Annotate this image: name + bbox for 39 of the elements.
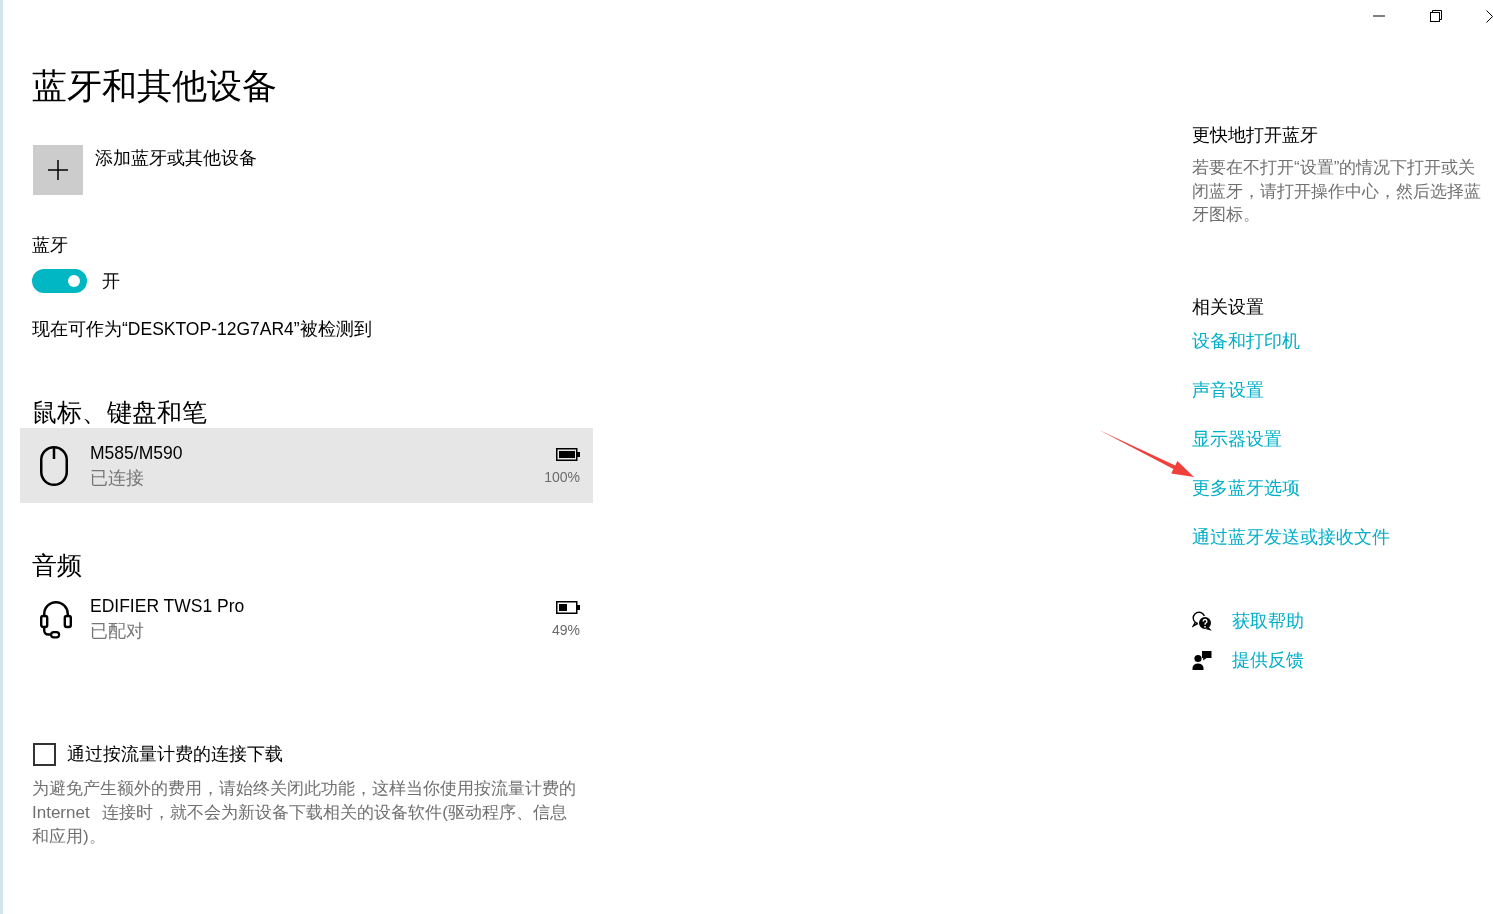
battery-percent: 49% xyxy=(551,621,580,640)
headset-icon xyxy=(40,598,72,639)
tip-heading: 更快地打开蓝牙 xyxy=(1192,124,1319,147)
discoverable-text: 现在可作为“DESKTOP-12G7AR4”被检测到 xyxy=(32,318,373,341)
add-device-button[interactable]: 添加蓝牙或其他设备 xyxy=(33,145,257,195)
settings-link[interactable]: 设备和打印机 xyxy=(1192,330,1300,351)
metered-checkbox[interactable] xyxy=(33,742,56,766)
device-name: M585/M590 xyxy=(90,442,184,465)
close-icon xyxy=(1486,9,1493,23)
settings-link[interactable]: 通过蓝牙发送或接收文件 xyxy=(1192,526,1390,547)
mouse-icon xyxy=(40,445,68,486)
bluetooth-toggle[interactable] xyxy=(32,269,87,293)
help-link[interactable]: 获取帮助 xyxy=(1232,608,1304,633)
checkbox-label[interactable]: 通过按流量计费的连接下载 xyxy=(67,742,283,766)
battery-icon xyxy=(556,448,580,461)
feedback-link[interactable]: 提供反馈 xyxy=(1232,647,1304,672)
settings-link[interactable]: 更多蓝牙选项 xyxy=(1192,477,1300,498)
toggle-state-label: 开 xyxy=(102,270,120,293)
restore-icon xyxy=(1429,10,1442,22)
bluetooth-label: 蓝牙 xyxy=(32,234,69,257)
tip-text: 若要在不打开“设置”的情况下打开或关闭蓝牙，请打开操作中心，然后选择蓝牙图标。 xyxy=(1192,157,1482,226)
plus-icon xyxy=(33,145,83,195)
device-row[interactable]: EDIFIER TWS1 Pro 已配对 49% xyxy=(20,581,593,656)
feedback-icon xyxy=(1192,649,1212,670)
device-status: 已配对 xyxy=(90,620,145,643)
section-heading: 音频 xyxy=(32,551,83,581)
page-title: 蓝牙和其他设备 xyxy=(32,66,278,107)
settings-link[interactable]: 声音设置 xyxy=(1192,379,1264,400)
metered-description: 为避免产生额外的费用，请始终关闭此功能，这样当你使用按流量计费的 Internet 连接时，就不会为新设备下载相关的设备软件(驱动程序、信息和应用)。 xyxy=(32,778,577,848)
device-status: 已连接 xyxy=(90,467,145,490)
minimize-icon xyxy=(1372,15,1385,17)
section-heading: 鼠标、键盘和笔 xyxy=(32,398,208,428)
help-icon xyxy=(1192,610,1212,631)
section-heading: 相关设置 xyxy=(1192,295,1265,319)
battery-percent: 100% xyxy=(544,468,580,487)
battery-icon xyxy=(556,601,580,614)
device-row[interactable]: M585/M590 已连接 100% xyxy=(20,428,593,503)
device-name: EDIFIER TWS1 Pro xyxy=(90,595,246,618)
settings-link[interactable]: 显示器设置 xyxy=(1192,428,1282,449)
